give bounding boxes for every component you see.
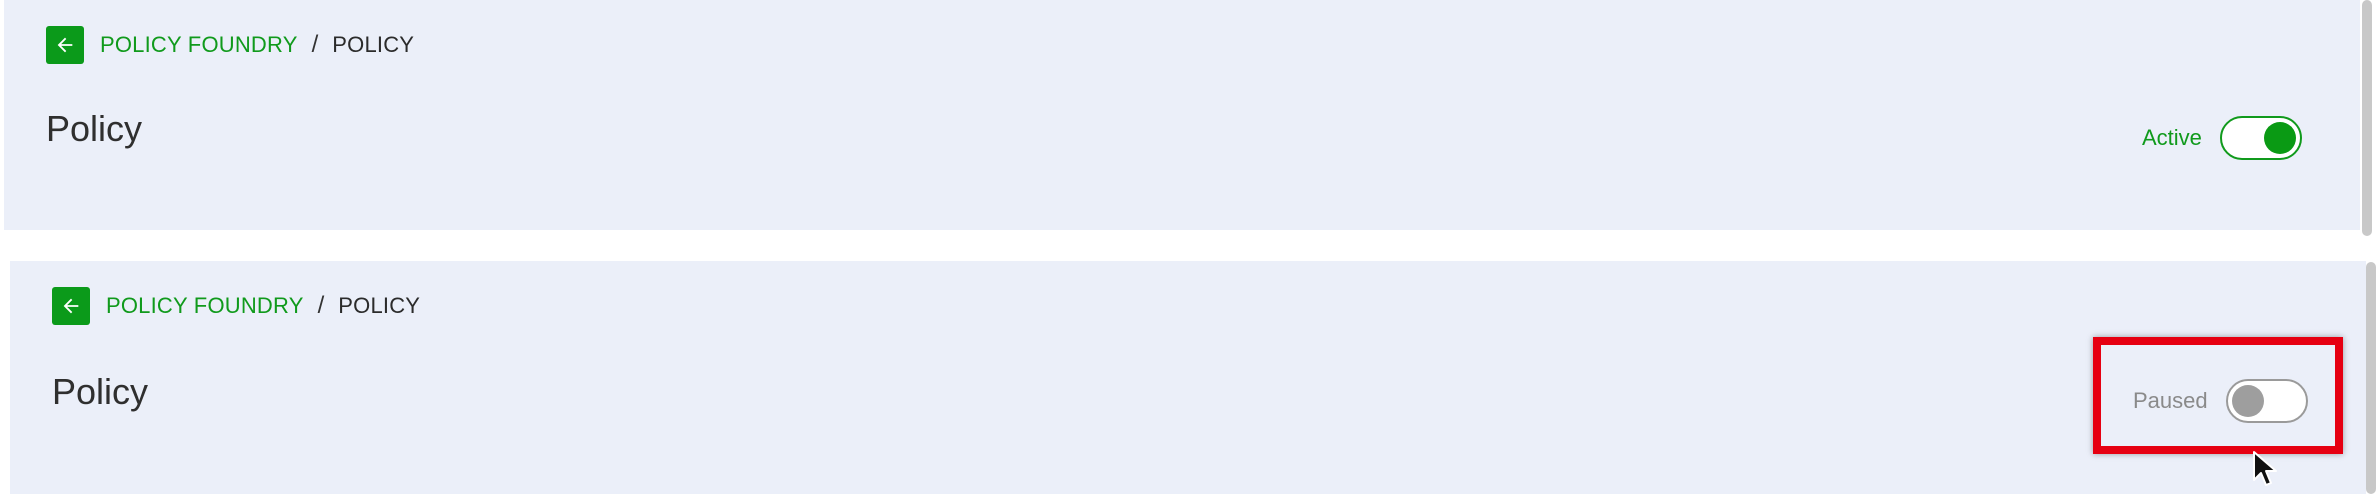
scrollbar-bottom[interactable] <box>2366 262 2376 494</box>
back-button[interactable] <box>52 287 90 325</box>
toggle-knob <box>2263 122 2296 154</box>
mouse-pointer-icon <box>2253 451 2277 486</box>
breadcrumb-current: POLICY <box>332 32 415 57</box>
back-button[interactable] <box>46 26 84 64</box>
arrow-left-icon <box>57 37 73 53</box>
breadcrumb-link-policy-foundry[interactable]: POLICY FOUNDRY <box>106 293 304 319</box>
breadcrumb: POLICY FOUNDRY / POLICY <box>46 26 414 64</box>
annotation-highlight-box <box>2093 337 2343 454</box>
policy-header-paused: POLICY FOUNDRY / POLICY Policy Paused <box>10 261 2366 494</box>
screenshot-stage: POLICY FOUNDRY / POLICY Policy Active PO… <box>0 0 2376 494</box>
policy-header-active: POLICY FOUNDRY / POLICY Policy Active <box>4 0 2360 230</box>
status-label: Active <box>2142 125 2202 150</box>
breadcrumb-separator: / <box>311 31 319 58</box>
scrollbar-top[interactable] <box>2362 0 2372 236</box>
status-toggle[interactable] <box>2219 116 2302 160</box>
arrow-left-icon <box>63 298 79 314</box>
breadcrumb-link-policy-foundry[interactable]: POLICY FOUNDRY <box>100 32 298 58</box>
page-title: Policy <box>46 108 143 149</box>
page-title: Policy <box>52 371 149 412</box>
breadcrumb-separator: / <box>317 292 325 319</box>
breadcrumb-current: POLICY <box>338 293 421 318</box>
status-control: Active <box>2142 116 2302 160</box>
breadcrumb: POLICY FOUNDRY / POLICY <box>52 287 420 325</box>
